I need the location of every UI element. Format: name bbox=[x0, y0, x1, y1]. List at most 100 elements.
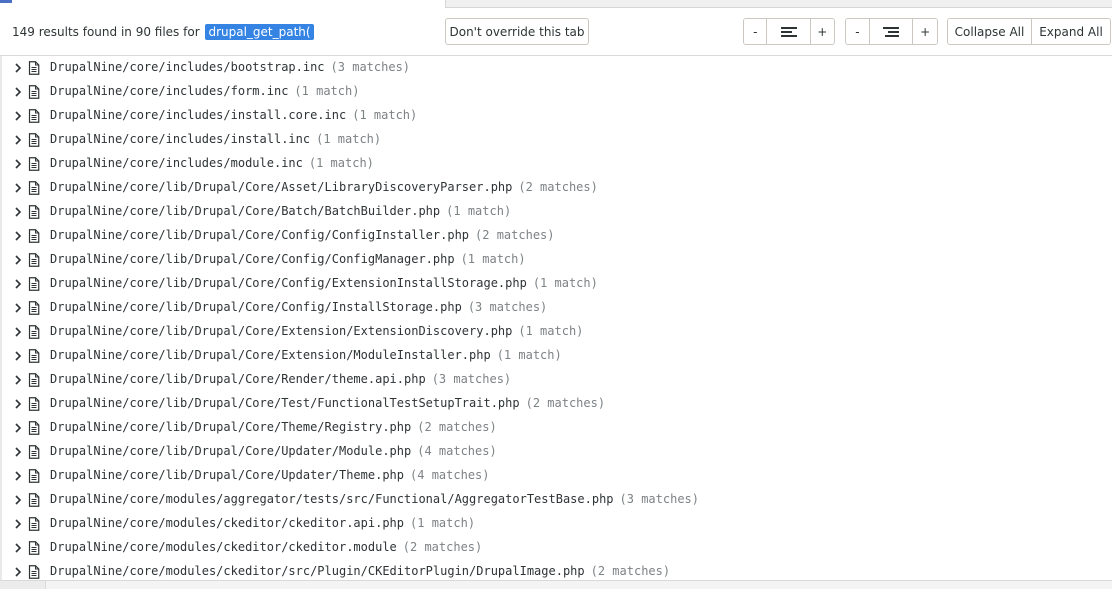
match-count: (1 match) bbox=[532, 276, 598, 290]
file-icon bbox=[28, 301, 40, 315]
result-file-row[interactable]: DrupalNine/core/lib/Drupal/Core/Extensio… bbox=[0, 320, 1112, 344]
result-file-row[interactable]: DrupalNine/core/lib/Drupal/Core/Config/E… bbox=[0, 272, 1112, 296]
result-file-row[interactable]: DrupalNine/core/lib/Drupal/Core/Updater/… bbox=[0, 464, 1112, 488]
result-file-row[interactable]: DrupalNine/core/includes/bootstrap.inc (3… bbox=[0, 56, 1112, 80]
result-file-path: DrupalNine/core/modules/ckeditor/src/Plu… bbox=[50, 564, 670, 578]
match-count: (1 match) bbox=[446, 204, 512, 218]
results-summary-text: 149 results found in 90 files for bbox=[12, 25, 200, 39]
chevron-right-icon[interactable] bbox=[14, 494, 22, 506]
result-file-row[interactable]: DrupalNine/core/lib/Drupal/Core/Batch/Ba… bbox=[0, 200, 1112, 224]
chevron-right-icon[interactable] bbox=[14, 278, 22, 290]
result-file-row[interactable]: DrupalNine/core/modules/ckeditor/ckedito… bbox=[0, 512, 1112, 536]
file-icon bbox=[28, 445, 40, 459]
chevron-right-icon[interactable] bbox=[14, 86, 22, 98]
match-count: (3 matches) bbox=[619, 492, 700, 506]
file-icon bbox=[28, 541, 40, 555]
chevron-right-icon[interactable] bbox=[14, 206, 22, 218]
dont-override-tab-button[interactable]: Don't override this tab bbox=[445, 18, 589, 45]
result-file-path: DrupalNine/core/lib/Drupal/Core/Extensio… bbox=[50, 348, 562, 362]
file-icon bbox=[28, 325, 40, 339]
result-file-row[interactable]: DrupalNine/core/lib/Drupal/Core/Render/t… bbox=[0, 368, 1112, 392]
file-path-text: DrupalNine/core/includes/module.inc bbox=[50, 156, 303, 170]
file-icon bbox=[28, 133, 40, 147]
chevron-right-icon[interactable] bbox=[14, 182, 22, 194]
result-file-row[interactable]: DrupalNine/core/lib/Drupal/Core/Extensio… bbox=[0, 344, 1112, 368]
tab-other[interactable] bbox=[446, 0, 1112, 8]
tab-search-results[interactable] bbox=[0, 0, 446, 8]
file-icon bbox=[28, 277, 40, 291]
result-file-path: DrupalNine/core/includes/install.core.in… bbox=[50, 108, 417, 122]
result-file-row[interactable]: DrupalNine/core/modules/aggregator/tests… bbox=[0, 488, 1112, 512]
file-path-text: DrupalNine/core/lib/Drupal/Core/Config/E… bbox=[50, 276, 527, 290]
result-file-row[interactable]: DrupalNine/core/includes/install.inc (1 m… bbox=[0, 128, 1112, 152]
file-icon bbox=[28, 421, 40, 435]
match-count: (2 matches) bbox=[402, 540, 483, 554]
chevron-right-icon[interactable] bbox=[14, 254, 22, 266]
file-path-text: DrupalNine/core/lib/Drupal/Core/Batch/Ba… bbox=[50, 204, 441, 218]
increase-right-button[interactable]: + bbox=[913, 19, 937, 44]
search-results-toolbar: 149 results found in 90 files for drupal… bbox=[0, 8, 1112, 56]
file-path-text: DrupalNine/core/includes/bootstrap.inc bbox=[50, 60, 325, 74]
decrease-right-button[interactable]: - bbox=[846, 19, 870, 44]
result-file-path: DrupalNine/core/lib/Drupal/Core/Config/C… bbox=[50, 252, 526, 266]
result-file-row[interactable]: DrupalNine/core/includes/form.inc (1 matc… bbox=[0, 80, 1112, 104]
align-left-icon bbox=[780, 26, 797, 37]
file-path-text: DrupalNine/core/lib/Drupal/Core/Extensio… bbox=[50, 324, 513, 338]
chevron-right-icon[interactable] bbox=[14, 470, 22, 482]
result-file-row[interactable]: DrupalNine/core/lib/Drupal/Core/Theme/Re… bbox=[0, 416, 1112, 440]
chevron-right-icon[interactable] bbox=[14, 422, 22, 434]
result-file-path: DrupalNine/core/lib/Drupal/Core/Theme/Re… bbox=[50, 420, 497, 434]
chevron-right-icon[interactable] bbox=[14, 566, 22, 578]
result-file-row[interactable]: DrupalNine/core/modules/ckeditor/ckedito… bbox=[0, 536, 1112, 560]
search-query-highlight: drupal_get_path( bbox=[205, 24, 314, 40]
chevron-right-icon[interactable] bbox=[14, 62, 22, 74]
match-count: (2 matches) bbox=[518, 180, 598, 194]
chevron-right-icon[interactable] bbox=[14, 302, 22, 314]
increase-left-button[interactable]: + bbox=[810, 19, 834, 44]
result-file-row[interactable]: DrupalNine/core/includes/install.core.in… bbox=[0, 104, 1112, 128]
file-icon bbox=[28, 373, 40, 387]
result-file-path: DrupalNine/core/lib/Drupal/Core/Config/C… bbox=[50, 228, 555, 242]
match-count: (3 matches) bbox=[431, 372, 512, 386]
result-file-row[interactable]: DrupalNine/core/lib/Drupal/Core/Config/I… bbox=[0, 296, 1112, 320]
chevron-right-icon[interactable] bbox=[14, 374, 22, 386]
match-count: (3 matches) bbox=[330, 60, 411, 74]
chevron-right-icon[interactable] bbox=[14, 158, 22, 170]
chevron-right-icon[interactable] bbox=[14, 110, 22, 122]
align-right-button[interactable] bbox=[869, 19, 914, 44]
match-count: (1 match) bbox=[352, 108, 418, 122]
result-file-row[interactable]: DrupalNine/core/lib/Drupal/Core/Asset/Li… bbox=[0, 176, 1112, 200]
result-file-row[interactable]: DrupalNine/core/lib/Drupal/Core/Config/C… bbox=[0, 248, 1112, 272]
chevron-right-icon[interactable] bbox=[14, 230, 22, 242]
result-file-path: DrupalNine/core/lib/Drupal/Core/Asset/Li… bbox=[50, 180, 598, 194]
result-file-path: DrupalNine/core/lib/Drupal/Core/Render/t… bbox=[50, 372, 511, 386]
file-icon bbox=[28, 85, 40, 99]
file-path-text: DrupalNine/core/modules/aggregator/tests… bbox=[50, 492, 614, 506]
chevron-right-icon[interactable] bbox=[14, 326, 22, 338]
file-icon bbox=[28, 229, 40, 243]
expand-all-button[interactable]: Expand All bbox=[1032, 19, 1110, 44]
collapse-all-button[interactable]: Collapse All bbox=[948, 19, 1032, 44]
result-file-path: DrupalNine/core/includes/install.inc (1 m… bbox=[50, 132, 381, 146]
chevron-right-icon[interactable] bbox=[14, 518, 22, 530]
chevron-right-icon[interactable] bbox=[14, 350, 22, 362]
results-list: DrupalNine/core/includes/bootstrap.inc (3… bbox=[0, 56, 1112, 580]
file-icon bbox=[28, 181, 40, 195]
result-file-path: DrupalNine/core/lib/Drupal/Core/Test/Fun… bbox=[50, 396, 605, 410]
result-file-path: DrupalNine/core/includes/bootstrap.inc (3… bbox=[50, 60, 410, 74]
result-file-row[interactable]: DrupalNine/core/modules/ckeditor/src/Plu… bbox=[0, 560, 1112, 580]
horizontal-scrollbar[interactable] bbox=[0, 580, 1112, 589]
decrease-left-button[interactable]: - bbox=[744, 19, 768, 44]
result-file-path: DrupalNine/core/modules/ckeditor/ckedito… bbox=[50, 540, 482, 554]
chevron-right-icon[interactable] bbox=[14, 542, 22, 554]
result-file-row[interactable]: DrupalNine/core/lib/Drupal/Core/Config/C… bbox=[0, 224, 1112, 248]
chevron-right-icon[interactable] bbox=[14, 446, 22, 458]
result-file-row[interactable]: DrupalNine/core/includes/module.inc (1 ma… bbox=[0, 152, 1112, 176]
chevron-right-icon[interactable] bbox=[14, 134, 22, 146]
file-path-text: DrupalNine/core/lib/Drupal/Core/Updater/… bbox=[50, 444, 412, 458]
result-file-path: DrupalNine/core/modules/aggregator/tests… bbox=[50, 492, 699, 506]
result-file-row[interactable]: DrupalNine/core/lib/Drupal/Core/Updater/… bbox=[0, 440, 1112, 464]
chevron-right-icon[interactable] bbox=[14, 398, 22, 410]
result-file-row[interactable]: DrupalNine/core/lib/Drupal/Core/Test/Fun… bbox=[0, 392, 1112, 416]
align-left-button[interactable] bbox=[767, 19, 811, 44]
